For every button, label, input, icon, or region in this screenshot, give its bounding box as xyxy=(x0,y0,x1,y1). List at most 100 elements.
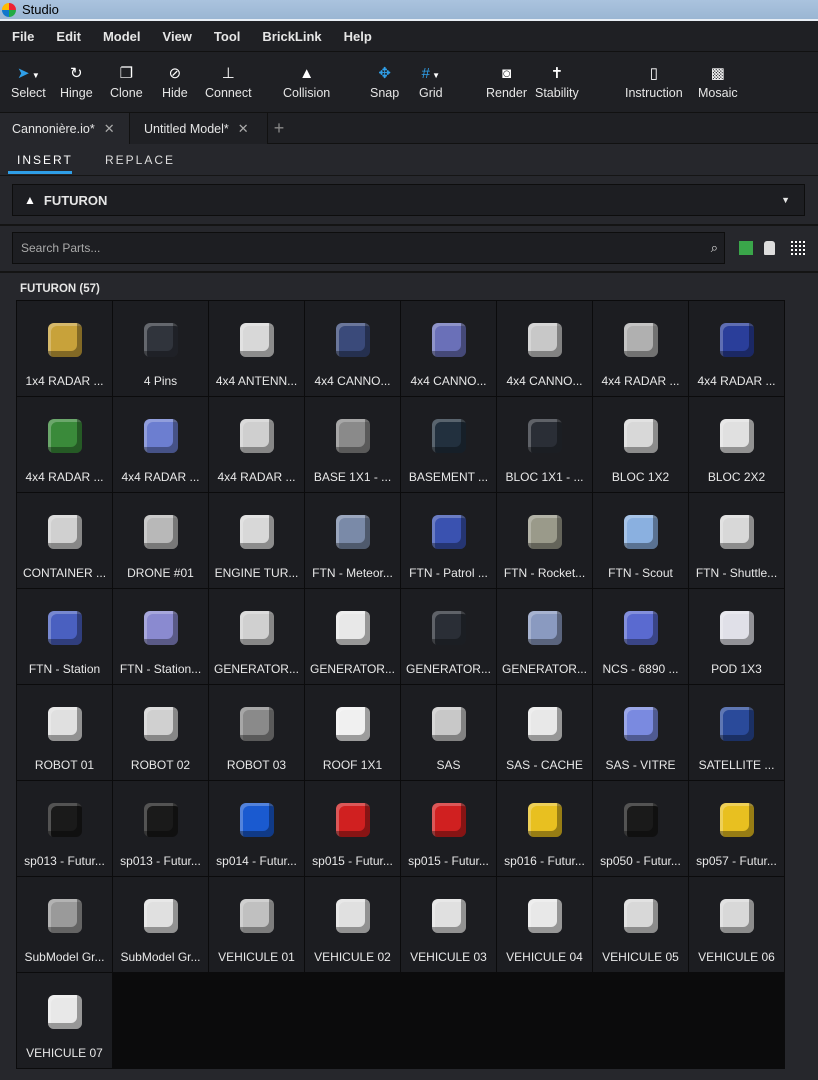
tab-replace[interactable]: REPLACE xyxy=(105,153,175,167)
part-tile[interactable]: sp057 - Futur... xyxy=(689,781,784,876)
part-name: 4x4 RADAR ... xyxy=(697,374,776,388)
part-tile[interactable]: 4x4 RADAR ... xyxy=(209,397,304,492)
hinge-button[interactable]: ↻ Hinge xyxy=(60,64,93,100)
part-tile[interactable]: VEHICULE 06 xyxy=(689,877,784,972)
part-tile[interactable]: SAS xyxy=(401,685,496,780)
part-tile[interactable]: 4x4 RADAR ... xyxy=(113,397,208,492)
part-tile[interactable]: FTN - Rocket... xyxy=(497,493,592,588)
part-tile[interactable]: FTN - Shuttle... xyxy=(689,493,784,588)
part-tile[interactable]: SAS - VITRE xyxy=(593,685,688,780)
instruction-button[interactable]: ▯ Instruction xyxy=(625,64,683,100)
part-tile[interactable]: FTN - Station... xyxy=(113,589,208,684)
close-icon[interactable]: ✕ xyxy=(238,121,249,137)
grid-button[interactable]: # ▼ Grid xyxy=(419,64,443,100)
part-tile[interactable]: sp013 - Futur... xyxy=(17,781,112,876)
snap-button[interactable]: ✥ Snap xyxy=(370,64,399,100)
part-tile[interactable]: 4x4 CANNO... xyxy=(497,301,592,396)
part-tile[interactable]: 4x4 CANNO... xyxy=(401,301,496,396)
menu-view[interactable]: View xyxy=(163,29,192,44)
divider xyxy=(0,224,818,226)
part-tile[interactable]: BLOC 1X2 xyxy=(593,397,688,492)
search-input[interactable] xyxy=(21,241,681,255)
part-tile[interactable]: 4 Pins xyxy=(113,301,208,396)
add-tab-button[interactable]: + xyxy=(268,113,290,144)
part-tile[interactable]: DRONE #01 xyxy=(113,493,208,588)
part-tile[interactable]: VEHICULE 01 xyxy=(209,877,304,972)
menu-model[interactable]: Model xyxy=(103,29,141,44)
part-tile[interactable]: 4x4 RADAR ... xyxy=(17,397,112,492)
part-tile[interactable]: 4x4 ANTENN... xyxy=(209,301,304,396)
tab-cannoniere[interactable]: Cannonière.io* ✕ xyxy=(0,113,130,144)
part-tile[interactable]: NCS - 6890 ... xyxy=(593,589,688,684)
part-tile[interactable]: VEHICULE 02 xyxy=(305,877,400,972)
part-tile[interactable]: 1x4 RADAR ... xyxy=(17,301,112,396)
part-tile[interactable]: GENERATOR... xyxy=(305,589,400,684)
part-tile[interactable]: BASE 1X1 - ... xyxy=(305,397,400,492)
mosaic-button[interactable]: ▩ Mosaic xyxy=(698,64,738,100)
part-tile[interactable]: SAS - CACHE xyxy=(497,685,592,780)
part-name: FTN - Meteor... xyxy=(312,566,393,580)
close-icon[interactable]: ✕ xyxy=(104,121,115,137)
collision-button[interactable]: ▲ Collision xyxy=(283,64,330,100)
part-tile[interactable]: SubModel Gr... xyxy=(113,877,208,972)
part-tile[interactable]: sp016 - Futur... xyxy=(497,781,592,876)
part-tile[interactable]: GENERATOR... xyxy=(401,589,496,684)
part-tile[interactable]: FTN - Patrol ... xyxy=(401,493,496,588)
part-tile[interactable]: 4x4 CANNO... xyxy=(305,301,400,396)
part-tile[interactable]: VEHICULE 05 xyxy=(593,877,688,972)
menu-bar: File Edit Model View Tool BrickLink Help xyxy=(0,21,818,52)
part-tile[interactable]: ROBOT 01 xyxy=(17,685,112,780)
part-tile[interactable]: sp050 - Futur... xyxy=(593,781,688,876)
part-tile[interactable]: sp013 - Futur... xyxy=(113,781,208,876)
part-tile[interactable]: FTN - Meteor... xyxy=(305,493,400,588)
part-tile[interactable]: CONTAINER ... xyxy=(17,493,112,588)
part-tile[interactable]: VEHICULE 03 xyxy=(401,877,496,972)
brick-view-icon[interactable] xyxy=(764,241,775,255)
part-tile[interactable]: FTN - Scout xyxy=(593,493,688,588)
part-tile[interactable]: sp015 - Futur... xyxy=(305,781,400,876)
part-tile[interactable]: VEHICULE 07 xyxy=(17,973,112,1068)
part-tile[interactable]: SATELLITE ... xyxy=(689,685,784,780)
clone-icon: ❐ xyxy=(119,65,134,82)
part-tile[interactable]: BLOC 2X2 xyxy=(689,397,784,492)
menu-help[interactable]: Help xyxy=(344,29,372,44)
part-tile[interactable]: POD 1X3 xyxy=(689,589,784,684)
part-tile[interactable]: BASEMENT ... xyxy=(401,397,496,492)
part-name: ROBOT 02 xyxy=(130,758,191,772)
menu-edit[interactable]: Edit xyxy=(56,29,81,44)
part-thumbnail xyxy=(144,707,178,741)
category-dropdown[interactable]: ▲ FUTURON ▼ xyxy=(12,184,805,216)
part-thumbnail xyxy=(144,611,178,645)
part-tile[interactable]: sp014 - Futur... xyxy=(209,781,304,876)
hide-button[interactable]: ⊘ Hide xyxy=(162,64,188,100)
stability-button[interactable]: ✝ Stability xyxy=(535,64,579,100)
part-tile[interactable]: BLOC 1X1 - ... xyxy=(497,397,592,492)
part-tile[interactable]: ROBOT 02 xyxy=(113,685,208,780)
part-tile[interactable]: FTN - Station xyxy=(17,589,112,684)
part-tile[interactable]: GENERATOR... xyxy=(497,589,592,684)
part-tile[interactable]: 4x4 RADAR ... xyxy=(593,301,688,396)
menu-tool[interactable]: Tool xyxy=(214,29,240,44)
menu-file[interactable]: File xyxy=(12,29,34,44)
title-bar: Studio xyxy=(0,0,818,21)
tab-untitled-model[interactable]: Untitled Model* ✕ xyxy=(130,113,268,144)
clone-button[interactable]: ❐ Clone xyxy=(110,64,143,100)
part-name: 1x4 RADAR ... xyxy=(25,374,104,388)
part-tile[interactable]: SubModel Gr... xyxy=(17,877,112,972)
part-tile[interactable]: ROBOT 03 xyxy=(209,685,304,780)
part-tile[interactable]: ENGINE TUR... xyxy=(209,493,304,588)
part-tile[interactable]: ROOF 1X1 xyxy=(305,685,400,780)
part-tile[interactable]: VEHICULE 04 xyxy=(497,877,592,972)
part-tile[interactable]: 4x4 RADAR ... xyxy=(689,301,784,396)
search-icon[interactable]: ⌕ xyxy=(711,240,718,256)
select-button[interactable]: ➤ ▼ Select xyxy=(11,64,46,100)
color-view-icon[interactable] xyxy=(739,241,753,255)
part-tile[interactable]: GENERATOR... xyxy=(209,589,304,684)
connect-button[interactable]: ⊥ Connect xyxy=(205,64,252,100)
menu-bricklink[interactable]: BrickLink xyxy=(262,29,321,44)
part-tile[interactable]: sp015 - Futur... xyxy=(401,781,496,876)
render-button[interactable]: ◙ Render xyxy=(486,64,527,100)
grid-view-icon[interactable] xyxy=(791,241,805,255)
tab-insert[interactable]: INSERT xyxy=(17,153,73,167)
search-box: ⌕ xyxy=(12,232,725,264)
